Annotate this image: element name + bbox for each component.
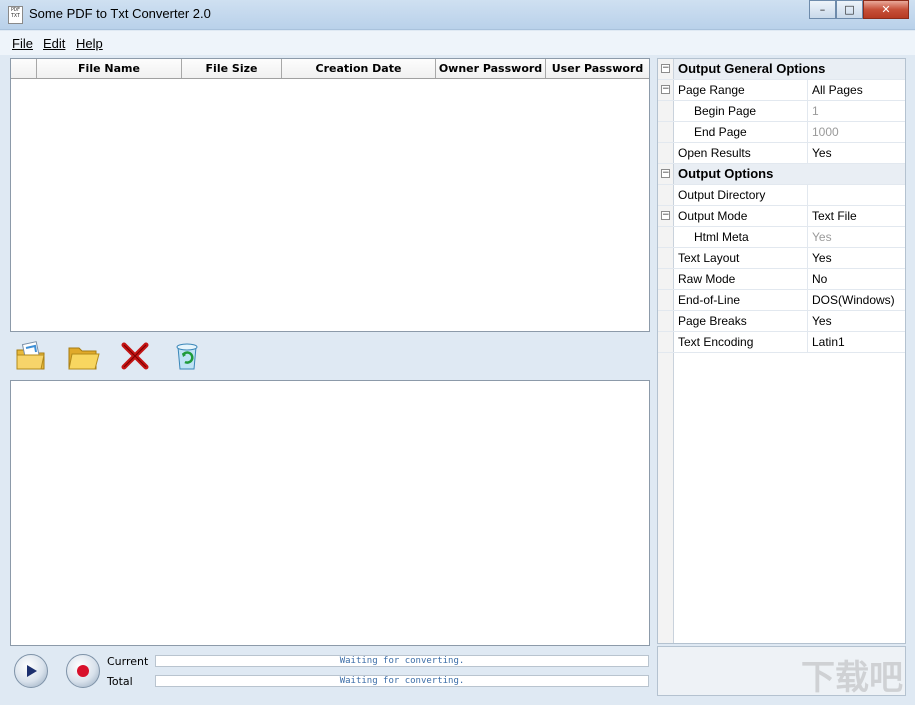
column-header-owner-password[interactable]: Owner Password	[436, 59, 546, 78]
property-value[interactable]: No	[808, 269, 905, 289]
start-button[interactable]	[14, 654, 48, 688]
property-value[interactable]: 1000	[808, 122, 905, 142]
title-bar: PDF TXT Some PDF to Txt Converter 2.0 – …	[0, 0, 915, 30]
property-label: End-of-Line	[674, 290, 808, 310]
menu-file[interactable]: File	[12, 36, 33, 51]
property-label: Text Layout	[674, 248, 808, 268]
menu-help[interactable]: Help	[76, 36, 103, 51]
property-output-mode[interactable]: − Output Mode Text File	[658, 206, 905, 227]
property-value[interactable]: Yes	[808, 248, 905, 268]
property-begin-page[interactable]: Begin Page 1	[658, 101, 905, 122]
property-text-layout[interactable]: Text Layout Yes	[658, 248, 905, 269]
category-label: Output General Options	[674, 59, 905, 79]
watermark: 下载吧	[801, 658, 903, 698]
total-progress-bar: Waiting for converting.	[155, 675, 649, 687]
options-property-grid: − Output General Options − Page Range Al…	[657, 58, 906, 644]
property-label: Page Breaks	[674, 311, 808, 331]
column-header-select[interactable]	[11, 59, 37, 78]
column-header-creation-date[interactable]: Creation Date	[282, 59, 436, 78]
property-label: Html Meta	[674, 227, 808, 247]
property-label: End Page	[674, 122, 808, 142]
stop-button[interactable]	[66, 654, 100, 688]
property-open-results[interactable]: Open Results Yes	[658, 143, 905, 164]
file-list[interactable]: File Name File Size Creation Date Owner …	[10, 58, 650, 332]
clear-list-button[interactable]	[170, 339, 204, 373]
property-value[interactable]: Yes	[808, 143, 905, 163]
progress-panel: Current Total Waiting for converting. Wa…	[10, 650, 650, 695]
menu-file-label: File	[12, 36, 33, 51]
property-label: Begin Page	[674, 101, 808, 121]
property-page-range[interactable]: − Page Range All Pages	[658, 80, 905, 101]
property-label: Text Encoding	[674, 332, 808, 352]
property-value[interactable]: 1	[808, 101, 905, 121]
open-folder-button[interactable]	[66, 339, 100, 373]
property-end-page[interactable]: End Page 1000	[658, 122, 905, 143]
property-raw-mode[interactable]: Raw Mode No	[658, 269, 905, 290]
property-label: Output Directory	[674, 185, 808, 205]
property-page-breaks[interactable]: Page Breaks Yes	[658, 311, 905, 332]
add-files-icon	[16, 341, 45, 370]
property-label: Output Mode	[674, 206, 808, 226]
property-value[interactable]: Yes	[808, 311, 905, 331]
window-controls: – □ ✕	[809, 0, 909, 20]
window-title: Some PDF to Txt Converter 2.0	[29, 6, 211, 21]
category-output-general-options[interactable]: − Output General Options	[658, 59, 905, 80]
category-label: Output Options	[674, 164, 905, 184]
property-value[interactable]: DOS(Windows)	[808, 290, 905, 310]
menu-help-label: Help	[76, 36, 103, 51]
column-header-user-password[interactable]: User Password	[546, 59, 649, 78]
property-value[interactable]: Latin1	[808, 332, 905, 352]
collapse-icon[interactable]: −	[661, 169, 670, 178]
minimize-button[interactable]: –	[809, 0, 836, 19]
property-value[interactable]: Text File	[808, 206, 905, 226]
record-stop-icon	[77, 665, 89, 677]
add-files-button[interactable]	[14, 339, 48, 373]
total-progress-label: Total	[107, 675, 133, 688]
collapse-icon[interactable]: −	[661, 64, 670, 73]
log-output[interactable]	[10, 380, 650, 646]
remove-file-icon	[121, 342, 149, 370]
collapse-icon[interactable]: −	[661, 211, 670, 220]
menu-edit[interactable]: Edit	[43, 36, 65, 51]
open-folder-icon	[68, 347, 100, 370]
app-icon: PDF TXT	[8, 6, 23, 24]
property-value[interactable]	[808, 185, 905, 205]
remove-file-button[interactable]	[118, 339, 152, 373]
close-button[interactable]: ✕	[863, 0, 909, 19]
property-label: Raw Mode	[674, 269, 808, 289]
property-label: Open Results	[674, 143, 808, 163]
property-text-encoding[interactable]: Text Encoding Latin1	[658, 332, 905, 353]
property-value[interactable]: All Pages	[808, 80, 905, 100]
property-value[interactable]: Yes	[808, 227, 905, 247]
menu-bar: File Edit Help	[0, 31, 915, 55]
property-label: Page Range	[674, 80, 808, 100]
menu-edit-label: Edit	[43, 36, 66, 51]
property-output-directory[interactable]: Output Directory	[658, 185, 905, 206]
current-progress-label: Current	[107, 655, 149, 668]
maximize-button[interactable]: □	[836, 0, 863, 19]
property-end-of-line[interactable]: End-of-Line DOS(Windows)	[658, 290, 905, 311]
play-icon	[27, 665, 37, 677]
column-header-file-name[interactable]: File Name	[37, 59, 182, 78]
column-header-file-size[interactable]: File Size	[182, 59, 282, 78]
recycle-bin-icon	[176, 343, 198, 370]
category-output-options[interactable]: − Output Options	[658, 164, 905, 185]
property-html-meta[interactable]: Html Meta Yes	[658, 227, 905, 248]
current-progress-bar: Waiting for converting.	[155, 655, 649, 667]
collapse-icon[interactable]: −	[661, 85, 670, 94]
file-list-header: File Name File Size Creation Date Owner …	[11, 59, 649, 79]
file-toolbar	[10, 334, 650, 379]
